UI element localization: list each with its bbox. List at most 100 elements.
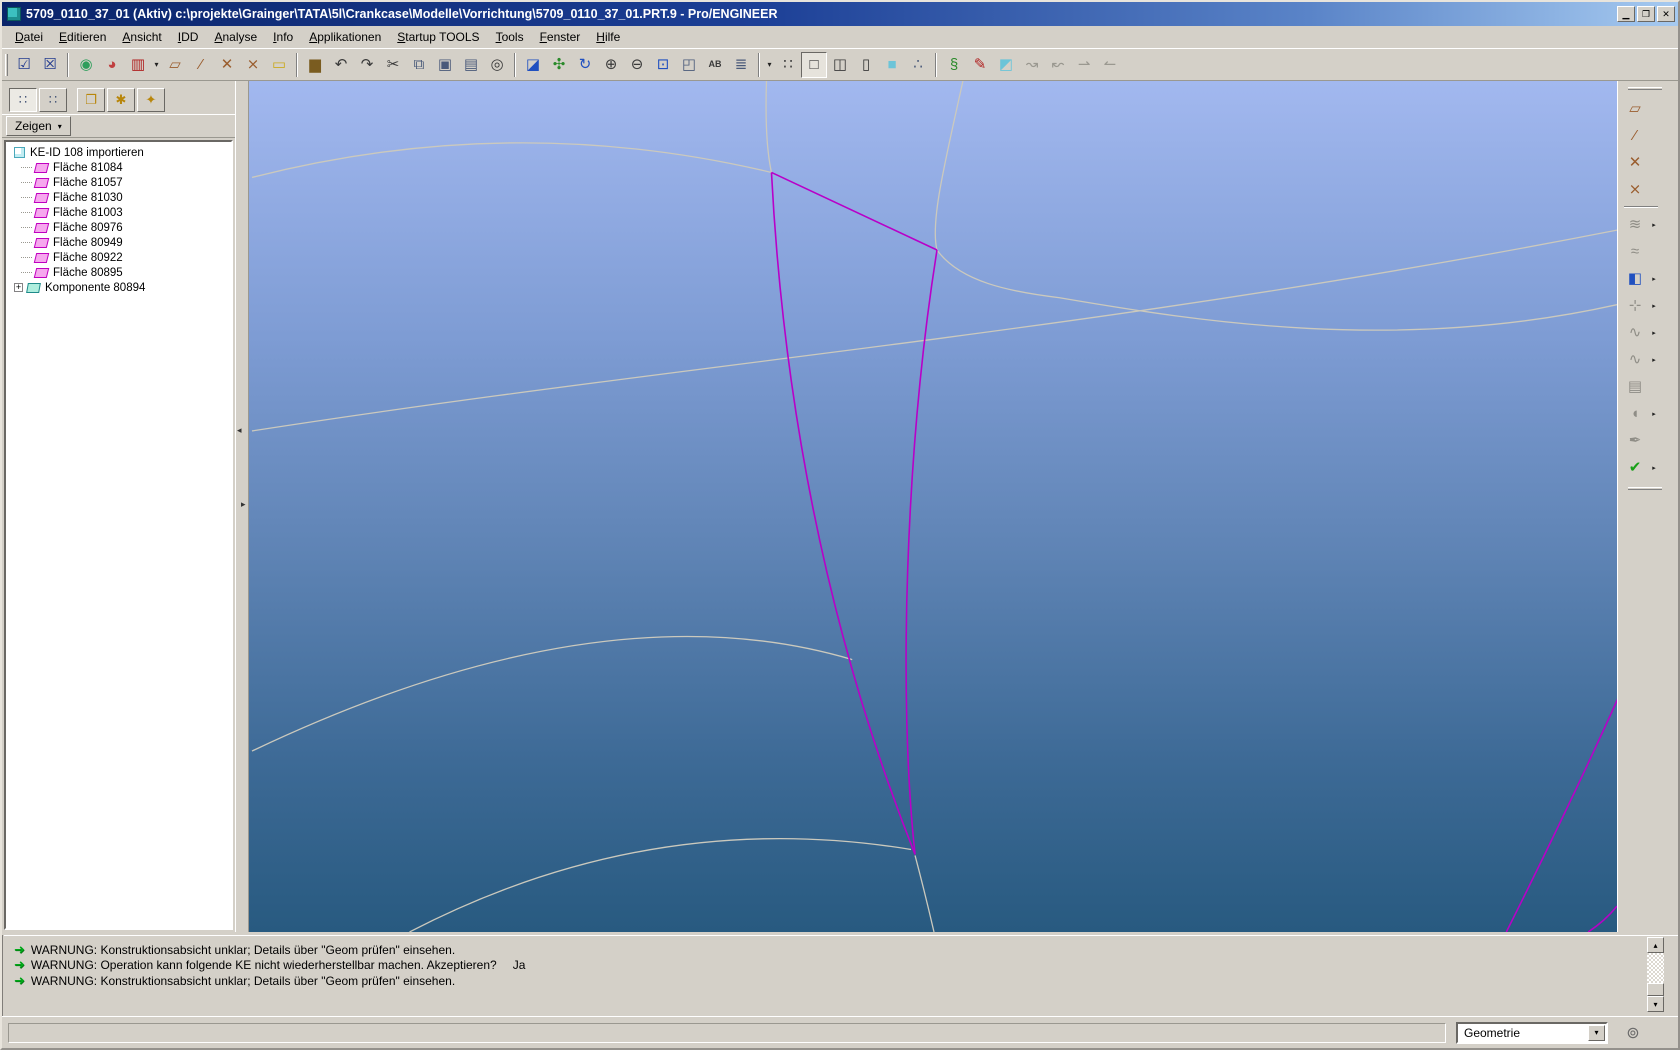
selection-filter-button[interactable]: ⊚ (1620, 1020, 1646, 1046)
redraw-button[interactable]: ◪ (520, 52, 546, 78)
menu-analyse[interactable]: Analyse (206, 27, 265, 47)
flyout-arrow-icon[interactable]: ▸ (1648, 410, 1660, 418)
find-button[interactable]: ◎ (484, 52, 510, 78)
flyout-arrow-icon[interactable]: ▸ (1648, 464, 1660, 472)
tree-filter-dropdown[interactable]: ▾ (764, 52, 775, 78)
datum-plane-tool-button[interactable]: ▱ (1622, 96, 1648, 122)
toolbar-grip[interactable] (1628, 487, 1662, 490)
model-tree-toggle-button[interactable]: ∴ (905, 52, 931, 78)
csys-tool-button[interactable]: ⨯ (1622, 177, 1648, 203)
copy-button[interactable]: ⧉ (406, 52, 432, 78)
csys-display-button[interactable]: ⨯ (240, 52, 266, 78)
tree-row-component[interactable]: + Komponente 80894 (6, 280, 231, 295)
toolbar-grip[interactable] (5, 53, 8, 76)
scroll-down-button[interactable]: ▾ (1647, 996, 1664, 1012)
tab-layer-tree[interactable]: ∷ (39, 88, 67, 112)
hidden-line-display-button[interactable]: ◫ (827, 52, 853, 78)
combo-dropdown-button[interactable]: ▾ (1588, 1024, 1605, 1041)
tree-row-root[interactable]: KE-ID 108 importieren (6, 145, 231, 160)
zoom-in-button[interactable]: ⊕ (598, 52, 624, 78)
close-button[interactable]: ✕ (1657, 6, 1675, 22)
flyout-arrow-icon[interactable]: ▸ (1648, 275, 1660, 283)
done-button[interactable]: ✔ (1622, 455, 1648, 481)
menu-startup-tools[interactable]: Startup TOOLS (389, 27, 487, 47)
layers-button[interactable]: ≣ (728, 52, 754, 78)
redo-button[interactable]: ↷ (354, 52, 380, 78)
datum-axis-tool-button[interactable]: ⁄ (1622, 123, 1648, 149)
wireframe-display-button[interactable]: □ (801, 51, 827, 78)
zeigen-button[interactable]: Zeigen ▾ (6, 116, 71, 136)
component-display-button[interactable]: ◩ (993, 52, 1019, 78)
selection-filter-combo[interactable]: Geometrie ▾ (1456, 1021, 1608, 1044)
panel-splitter[interactable]: ◂ ▸ (235, 81, 249, 932)
minimize-button[interactable]: ▁ (1617, 6, 1635, 22)
tree-row-surface[interactable]: Fläche 80895 (6, 265, 231, 280)
orient-mode-button[interactable]: ↻ (572, 52, 598, 78)
render-colors-button[interactable]: ◕ (99, 52, 125, 78)
model-tree[interactable]: KE-ID 108 importieren Fläche 81084 Fläch… (4, 140, 233, 930)
named-views-button[interactable]: AB (702, 52, 728, 78)
tree-row-surface[interactable]: Fläche 81084 (6, 160, 231, 175)
flyout-arrow-icon[interactable]: ▸ (1648, 329, 1660, 337)
expand-panel-icon[interactable]: ▸ (241, 500, 246, 509)
paste-button[interactable]: ▣ (432, 52, 458, 78)
flyout-arrow-icon[interactable]: ▸ (1648, 356, 1660, 364)
tab-folder-browser[interactable]: ❐ (77, 88, 105, 112)
confirm-window-button[interactable]: ☑ (11, 52, 37, 78)
menu-fenster[interactable]: Fenster (532, 27, 589, 47)
scrollbar-track[interactable] (1647, 953, 1664, 983)
datum-point-display-button[interactable]: ✕ (214, 52, 240, 78)
tree-row-surface[interactable]: Fläche 80976 (6, 220, 231, 235)
flyout-arrow-icon[interactable]: ▸ (1648, 221, 1660, 229)
undo-button[interactable]: ↶ (328, 52, 354, 78)
no-hidden-display-button[interactable]: ▯ (853, 52, 879, 78)
scrollbar-thumb[interactable] (1647, 983, 1664, 996)
menu-ansicht[interactable]: Ansicht (114, 27, 169, 47)
menu-applikationen[interactable]: Applikationen (301, 27, 389, 47)
shaded-display-button[interactable]: ■ (879, 52, 905, 78)
analysis-button[interactable]: ▆ (302, 52, 328, 78)
toolbar-grip[interactable] (1628, 87, 1662, 90)
tab-connections[interactable]: ✦ (137, 88, 165, 112)
annotation-display-button[interactable]: ▭ (266, 52, 292, 78)
saved-views-button[interactable]: ◰ (676, 52, 702, 78)
abort-window-button[interactable]: ☒ (37, 52, 63, 78)
menu-idd[interactable]: IDD (170, 27, 207, 47)
message-scrollbar[interactable]: ▴ ▾ (1647, 937, 1664, 1012)
tree-row-surface[interactable]: Fläche 81057 (6, 175, 231, 190)
cut-button[interactable]: ✂ (380, 52, 406, 78)
annotate-button[interactable]: ✎ (967, 52, 993, 78)
tree-row-surface[interactable]: Fläche 80949 (6, 235, 231, 250)
refit-button[interactable]: ⊡ (650, 52, 676, 78)
boundary-blend-button[interactable]: ◧ (1622, 266, 1648, 292)
menu-editieren[interactable]: Editieren (51, 27, 114, 47)
tree-row-surface[interactable]: Fläche 80922 (6, 250, 231, 265)
datum-axis-display-button[interactable]: ⁄ (188, 52, 214, 78)
zoom-out-button[interactable]: ⊖ (624, 52, 650, 78)
tree-filter-button[interactable]: ∷ (775, 52, 801, 78)
spin-center-toggle-button[interactable]: § (941, 52, 967, 78)
repaint-button[interactable]: ▥ (125, 52, 151, 78)
tab-model-tree[interactable]: ∷ (9, 88, 37, 112)
menu-datei[interactable]: Datei (7, 27, 51, 47)
tab-favorites[interactable]: ✱ (107, 88, 135, 112)
surface-icon (33, 267, 50, 278)
menu-info[interactable]: Info (265, 27, 301, 47)
datum-plane-display-button[interactable]: ▱ (162, 52, 188, 78)
restore-button[interactable]: ❐ (1637, 6, 1655, 22)
datum-point-tool-button[interactable]: ✕ (1622, 150, 1648, 176)
spin-center-button[interactable]: ✣ (546, 52, 572, 78)
repaint-dropdown[interactable]: ▾ (151, 52, 162, 78)
menu-tools[interactable]: Tools (488, 27, 532, 47)
scroll-up-button[interactable]: ▴ (1647, 937, 1664, 953)
collapse-panel-icon[interactable]: ◂ (237, 426, 242, 435)
analysis-chart-icon: ▆ (309, 56, 321, 73)
tree-row-surface[interactable]: Fläche 81003 (6, 205, 231, 220)
expand-plus-icon[interactable]: + (14, 283, 23, 292)
flyout-arrow-icon[interactable]: ▸ (1648, 302, 1660, 310)
tree-row-surface[interactable]: Fläche 81030 (6, 190, 231, 205)
paste-special-button[interactable]: ▤ (458, 52, 484, 78)
graphics-viewport[interactable] (249, 81, 1617, 932)
menu-hilfe[interactable]: Hilfe (588, 27, 628, 47)
web-browser-button[interactable]: ◉ (73, 52, 99, 78)
